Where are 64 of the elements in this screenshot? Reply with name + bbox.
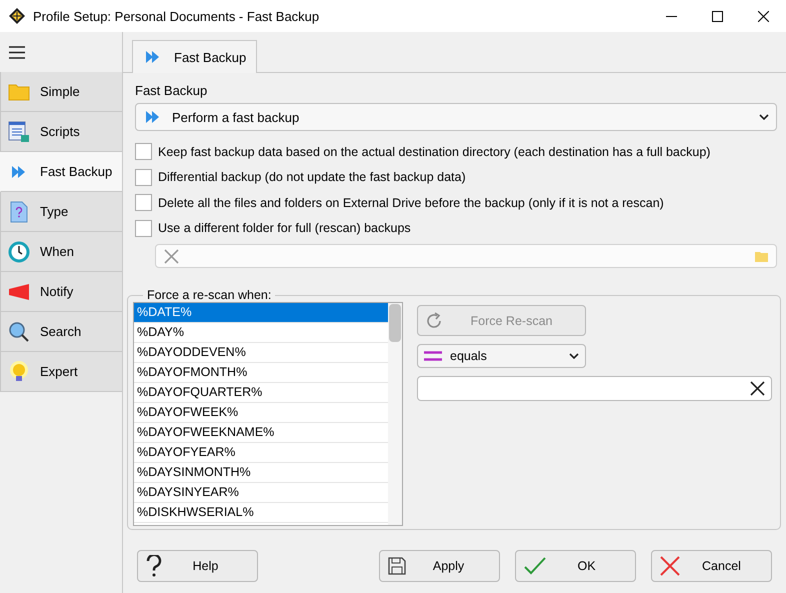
- maximize-icon[interactable]: [712, 10, 722, 22]
- list-item[interactable]: %DISKHWSERIAL%: [134, 503, 388, 523]
- checkbox-label: Differential backup (do not update the fast backup data): [158, 170, 466, 184]
- question-mark-icon: [146, 555, 162, 577]
- list-item[interactable]: %DAYOFMONTH%: [134, 363, 388, 383]
- checkbox-label: Delete all the files and folders on External Drive before the backup (only if it is not a rescan): [158, 196, 664, 210]
- dialog-button[interactable]: Cancel: [651, 550, 772, 582]
- fast-forward-icon: [146, 51, 160, 63]
- folder-icon[interactable]: [755, 250, 768, 262]
- checkbox[interactable]: [135, 194, 152, 212]
- list-item[interactable]: %DAYOFYEAR%: [134, 443, 388, 463]
- fast-forward-icon: [146, 111, 160, 123]
- value-field[interactable]: [417, 376, 772, 401]
- window-title: Profile Setup: Personal Documents - Fast Backup: [33, 8, 320, 24]
- fast-forward-icon: [12, 166, 26, 178]
- dialog-button[interactable]: OK: [515, 550, 636, 582]
- tab[interactable]: Fast Backup: [132, 40, 258, 73]
- list-item[interactable]: %DAYOFWEEK%: [134, 403, 388, 423]
- clock-icon: [8, 240, 30, 262]
- sidebar-item[interactable]: Search: [0, 312, 122, 352]
- refresh-icon: [424, 310, 444, 330]
- checkbox[interactable]: [135, 220, 152, 237]
- question-document-icon: [10, 200, 28, 222]
- list-item[interactable]: %DAYOFWEEKNAME%: [134, 423, 388, 443]
- megaphone-icon: [8, 282, 30, 300]
- search-icon: [8, 320, 30, 342]
- list-item[interactable]: %DAYSINYEAR%: [134, 483, 388, 503]
- checkbox[interactable]: [135, 143, 152, 160]
- folder-path-field[interactable]: [155, 244, 777, 268]
- sidebar-item[interactable]: Scripts: [0, 112, 122, 152]
- sidebar-item[interactable]: Notify: [0, 272, 122, 312]
- checkbox-label: Use a different folder for full (rescan) backups: [158, 221, 411, 236]
- list-item[interactable]: %DAYOFQUARTER%: [134, 383, 388, 403]
- dialog-button[interactable]: Help: [137, 550, 258, 582]
- folder-icon: [8, 82, 30, 100]
- scrollbar-thumb[interactable]: [389, 304, 401, 342]
- document-list-icon: [8, 120, 30, 142]
- sidebar-item[interactable]: Type: [0, 192, 122, 232]
- list-item[interactable]: %DAYSINMONTH%: [134, 463, 388, 483]
- list-item[interactable]: %DAY%: [134, 323, 388, 343]
- list-item[interactable]: %DATE%: [134, 303, 388, 323]
- clear-icon[interactable]: [750, 381, 765, 396]
- close-icon[interactable]: [758, 10, 768, 22]
- menu-icon[interactable]: [9, 46, 25, 58]
- sidebar-item[interactable]: When: [0, 232, 122, 272]
- checkbox[interactable]: [135, 168, 152, 186]
- sidebar-item[interactable]: Simple: [0, 72, 122, 112]
- backup-mode-dropdown[interactable]: Perform a fast backup: [135, 103, 777, 131]
- light-bulb-icon: [8, 360, 30, 382]
- sidebar-item[interactable]: Expert: [0, 352, 122, 392]
- check-icon: [524, 557, 546, 575]
- chevron-down-icon: [759, 114, 769, 120]
- sidebar-item[interactable]: Fast Backup: [0, 152, 122, 192]
- list-item[interactable]: %DAYODDEVEN%: [134, 343, 388, 363]
- app-logo-icon: [9, 8, 25, 24]
- save-icon: [388, 557, 406, 575]
- group-title: Force a re-scan when:: [146, 288, 272, 302]
- chevron-down-icon: [569, 353, 579, 359]
- section-label: Fast Backup: [135, 83, 208, 100]
- equals-icon: [424, 351, 442, 361]
- checkbox-label: Keep fast backup data based on the actual destination directory (each destination has a full backup): [158, 144, 710, 159]
- operator-dropdown[interactable]: equals: [417, 344, 586, 368]
- cancel-icon: [660, 556, 680, 576]
- dialog-button[interactable]: Apply: [379, 550, 500, 582]
